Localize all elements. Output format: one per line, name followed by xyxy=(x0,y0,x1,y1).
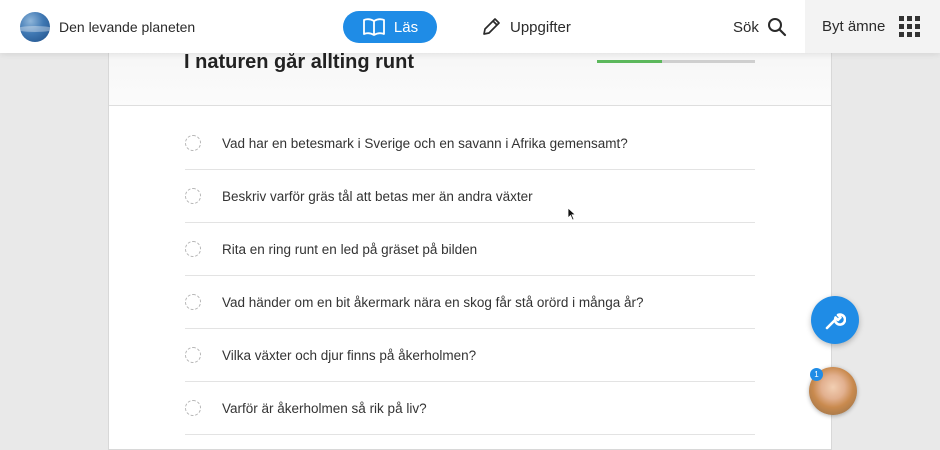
status-circle-icon xyxy=(185,294,201,310)
mouse-cursor-icon xyxy=(567,207,577,221)
brand-name: Den levande planeten xyxy=(59,19,196,35)
brand-link[interactable]: Den levande planeten xyxy=(20,12,195,42)
read-tab-button[interactable]: Läs xyxy=(343,11,437,43)
question-text: Vad händer om en bit åkermark nära en sk… xyxy=(222,294,644,310)
pencil-icon xyxy=(483,18,500,35)
status-circle-icon xyxy=(185,188,201,204)
tasks-tab-button[interactable]: Uppgifter xyxy=(480,11,571,43)
question-item[interactable]: Varför är åkerholmen så rik på liv? xyxy=(185,382,755,435)
question-text: Varför är åkerholmen så rik på liv? xyxy=(222,400,427,416)
book-icon xyxy=(363,18,385,36)
question-item[interactable]: Vilka växter och djur finns på åkerholme… xyxy=(185,329,755,382)
wrench-icon xyxy=(825,313,846,330)
status-circle-icon xyxy=(185,241,201,257)
search-icon xyxy=(767,18,786,37)
question-item[interactable]: Rita en ring runt en led på gräset på bi… xyxy=(185,223,755,276)
read-tab-label: Läs xyxy=(393,18,419,36)
question-text: Vad har en betesmark i Sverige och en sa… xyxy=(222,135,628,151)
question-text: Vilka växter och djur finns på åkerholme… xyxy=(222,347,477,363)
planet-logo-icon xyxy=(20,12,50,42)
question-text: Rita en ring runt en led på gräset på bi… xyxy=(222,241,478,257)
tasks-tab-label: Uppgifter xyxy=(510,18,571,36)
switch-subject-button[interactable]: Byt ämne xyxy=(805,0,940,53)
progress-fill xyxy=(597,60,662,63)
question-list: Vad har en betesmark i Sverige och en sa… xyxy=(185,117,755,435)
status-circle-icon xyxy=(185,347,201,363)
search-button[interactable]: Sök xyxy=(733,11,787,43)
question-item[interactable]: Vad har en betesmark i Sverige och en sa… xyxy=(185,117,755,170)
search-label: Sök xyxy=(733,18,759,36)
progress-bar xyxy=(597,60,755,63)
page-title: I naturen går allting runt xyxy=(184,51,415,73)
status-circle-icon xyxy=(185,135,201,151)
grid-icon xyxy=(899,16,921,37)
content-card: I naturen går allting runt Vad har en be… xyxy=(108,30,832,450)
top-navigation: Den levande planeten Läs Uppgifter Sök B… xyxy=(0,0,940,53)
notification-badge: 1 xyxy=(810,368,823,381)
question-item[interactable]: Beskriv varför gräs tål att betas mer än… xyxy=(185,170,755,223)
question-text: Beskriv varför gräs tål att betas mer än… xyxy=(222,188,533,204)
switch-subject-label: Byt ämne xyxy=(822,18,886,35)
tools-button[interactable] xyxy=(811,296,859,344)
question-item[interactable]: Vad händer om en bit åkermark nära en sk… xyxy=(185,276,755,329)
status-circle-icon xyxy=(185,400,201,416)
